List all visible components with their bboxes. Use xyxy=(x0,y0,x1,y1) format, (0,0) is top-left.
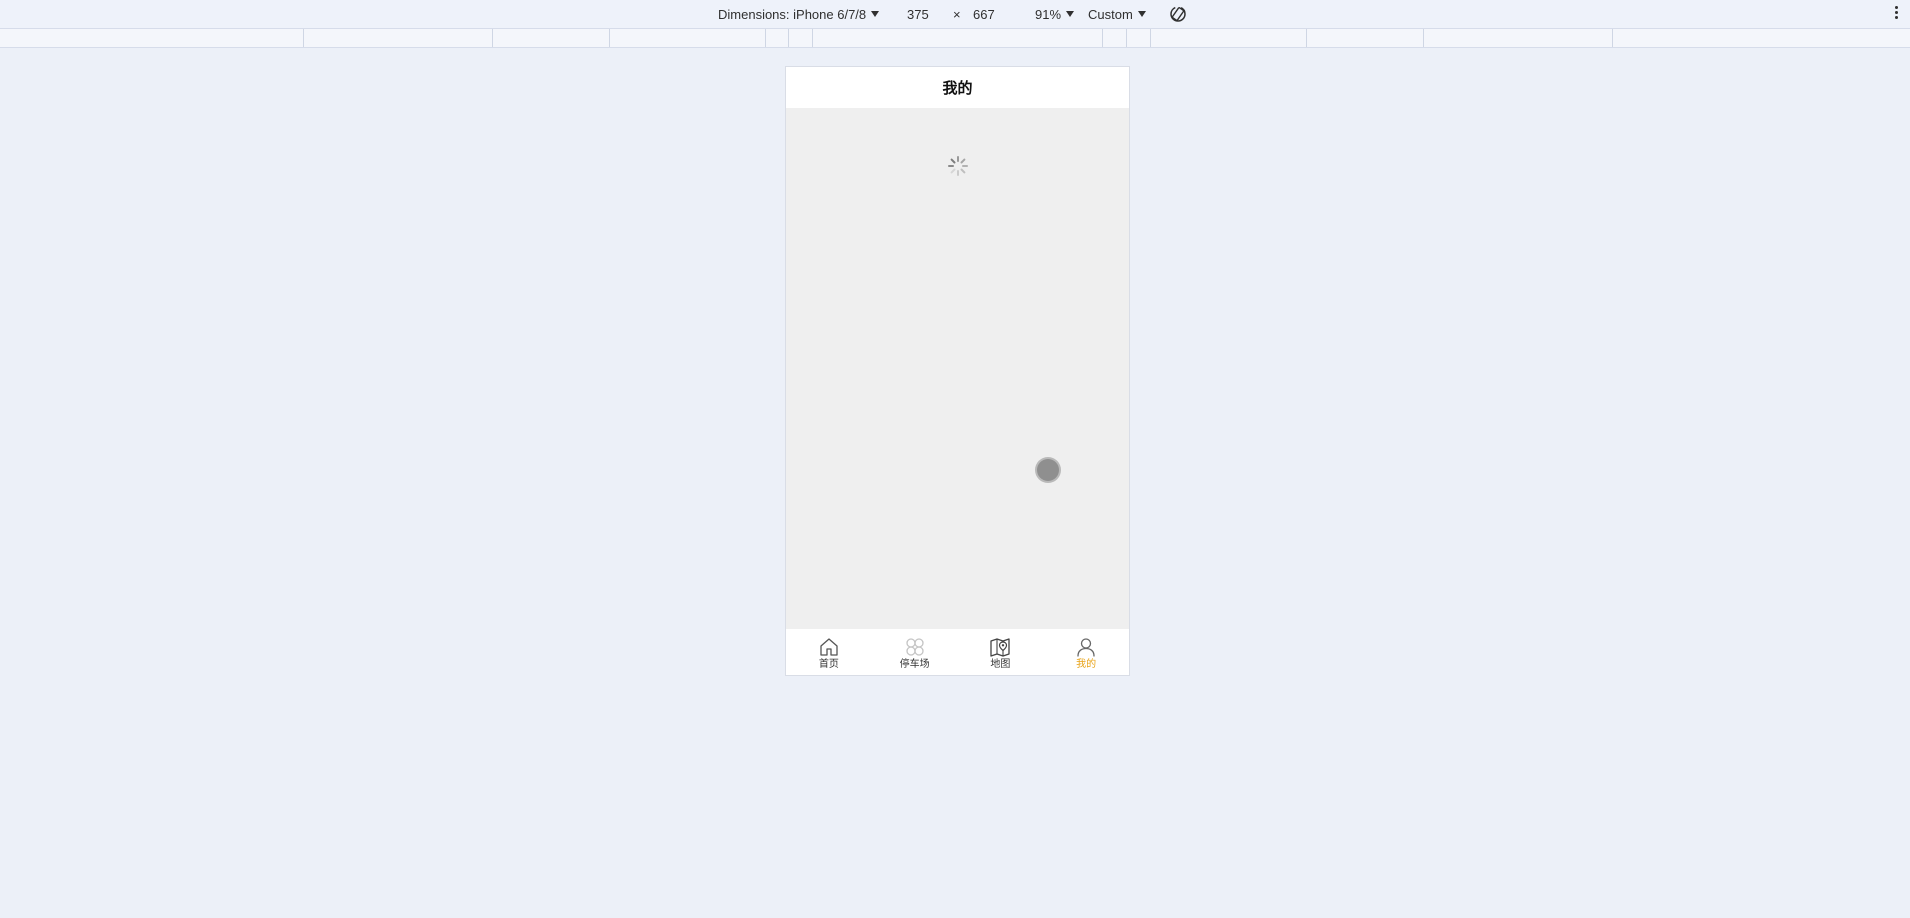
caret-down-icon xyxy=(1137,11,1146,17)
parking-grid-icon xyxy=(905,638,924,656)
floating-touch-cursor xyxy=(1037,459,1059,481)
tab-map[interactable]: 地图 xyxy=(958,629,1044,675)
caret-down-icon xyxy=(871,11,880,17)
zoom-dropdown[interactable]: 91% xyxy=(1035,7,1075,22)
page-title: 我的 xyxy=(942,79,973,97)
media-query-divider xyxy=(812,29,813,47)
height-input[interactable]: 667 xyxy=(973,7,995,22)
tab-mine-label: 我的 xyxy=(1076,659,1097,670)
zoom-label: 91% xyxy=(1035,7,1062,22)
dimension-separator: × xyxy=(953,7,961,22)
caret-down-icon xyxy=(1066,11,1075,17)
width-input[interactable]: 375 xyxy=(907,7,929,22)
dimensions-dropdown[interactable]: Dimensions: iPhone 6/7/8 xyxy=(718,7,880,22)
more-options-icon[interactable] xyxy=(1893,5,1899,23)
media-query-divider xyxy=(1423,29,1424,47)
media-query-divider xyxy=(609,29,610,47)
map-icon xyxy=(990,638,1011,657)
media-query-divider xyxy=(1306,29,1307,47)
bottom-tab-bar: 首页 停车场 地图 我的 xyxy=(786,629,1129,675)
throttling-label: Custom xyxy=(1088,7,1133,22)
tab-home[interactable]: 首页 xyxy=(786,629,872,675)
media-query-bar xyxy=(0,29,1910,48)
media-query-divider xyxy=(765,29,766,47)
media-query-divider xyxy=(1612,29,1613,47)
tab-map-label: 地图 xyxy=(990,659,1011,670)
page-content xyxy=(786,108,1129,629)
dimensions-label: Dimensions: iPhone 6/7/8 xyxy=(718,7,867,22)
tab-parking[interactable]: 停车场 xyxy=(872,629,958,675)
home-icon xyxy=(820,638,838,656)
tab-home-label: 首页 xyxy=(818,659,839,670)
tab-parking-label: 停车场 xyxy=(899,659,930,670)
media-query-divider xyxy=(788,29,789,47)
device-toolbar: Dimensions: iPhone 6/7/8 375 × 667 91% C… xyxy=(0,0,1910,29)
tab-mine[interactable]: 我的 xyxy=(1043,629,1129,675)
page-header: 我的 xyxy=(786,67,1129,108)
device-viewport: 我的 首页 停车场 地图 我的 xyxy=(786,67,1129,675)
media-query-divider xyxy=(1126,29,1127,47)
throttling-dropdown[interactable]: Custom xyxy=(1088,7,1146,22)
rotate-icon[interactable] xyxy=(1168,4,1188,24)
user-icon xyxy=(1077,638,1095,657)
media-query-divider xyxy=(492,29,493,47)
media-query-divider xyxy=(1150,29,1151,47)
media-query-divider xyxy=(1102,29,1103,47)
media-query-divider xyxy=(303,29,304,47)
loading-spinner-icon xyxy=(948,156,968,176)
